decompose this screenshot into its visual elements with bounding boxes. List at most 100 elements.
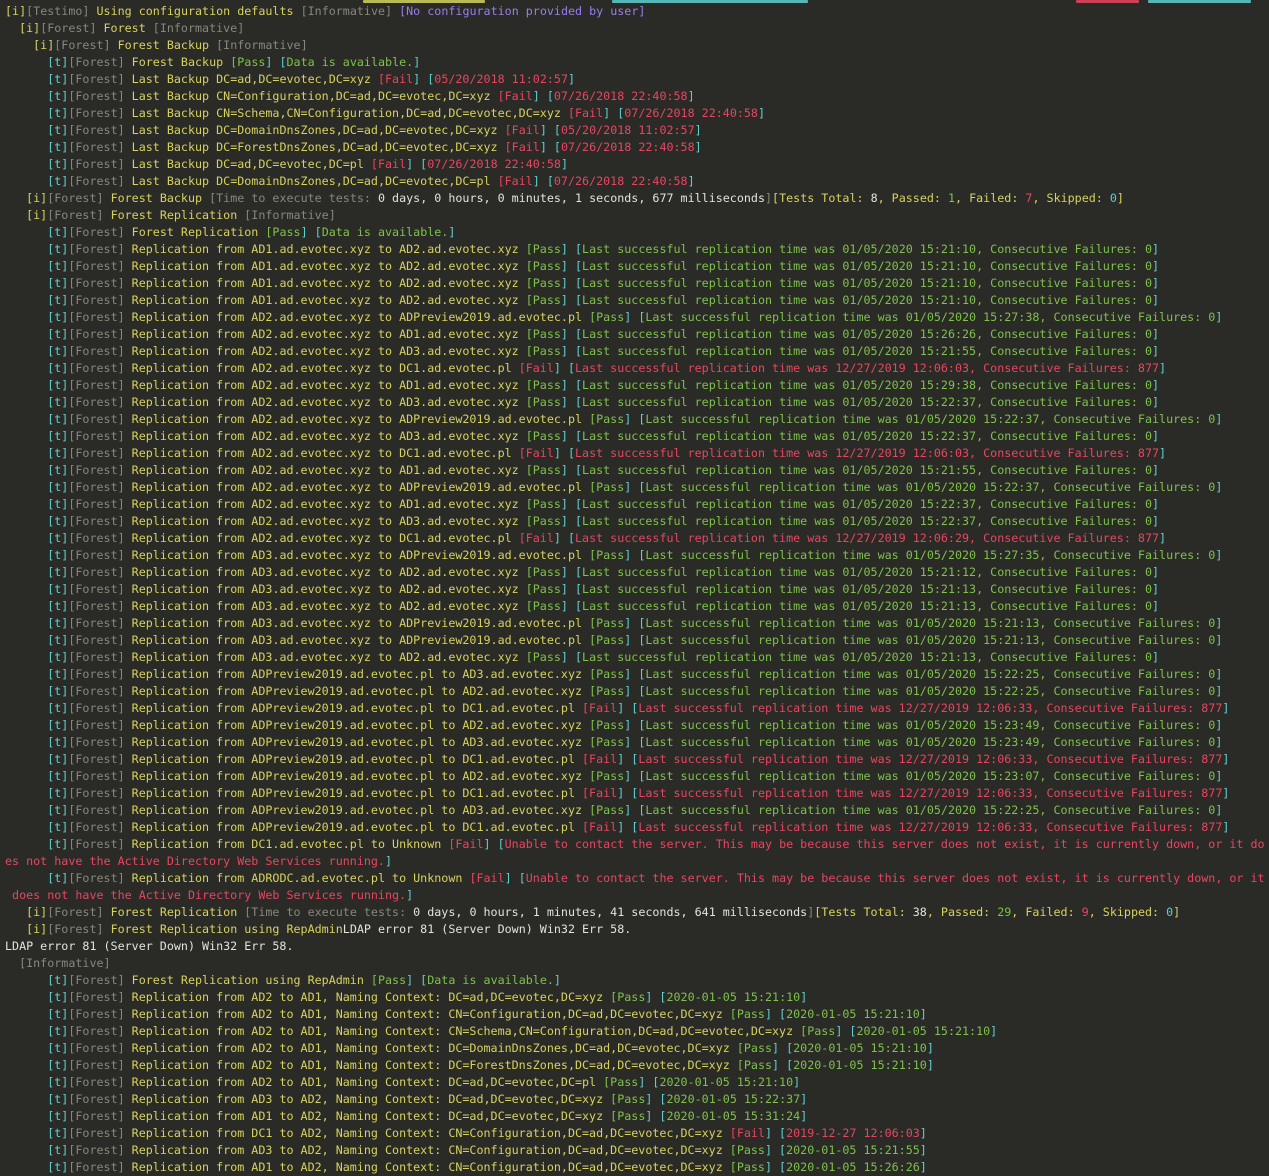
console-text-segment: ]	[990, 1024, 997, 1038]
console-text-segment: [Fail	[519, 531, 554, 545]
console-line: [t][Forest] Replication from AD3.ad.evot…	[5, 598, 1269, 615]
console-line: [i][Forest] Forest Backup [Time to execu…	[5, 190, 1269, 207]
console-text-segment: [Pass	[371, 973, 406, 987]
console-text-segment: ] [	[561, 650, 582, 664]
console-text-segment: [t]	[5, 497, 68, 511]
console-text-segment: [t]	[5, 89, 68, 103]
console-text-segment: [t]	[5, 140, 68, 154]
console-text-segment: Replication from AD2 to AD1, Naming Cont…	[125, 1041, 737, 1055]
console-text-segment: [Fail	[505, 140, 540, 154]
console-text-segment: ] [	[772, 1041, 793, 1055]
console-text-segment: ]	[1215, 684, 1222, 698]
console-text-segment: Last Backup DC=DomainDnsZones,DC=ad,DC=e…	[125, 174, 498, 188]
console-text-segment: [Pass	[589, 548, 624, 562]
console-text-segment: [Pass	[589, 480, 624, 494]
console-text-segment: Replication from AD2 to AD1, Naming Cont…	[125, 1058, 737, 1072]
console-text-segment: ] [	[561, 463, 582, 477]
console-text-segment: ] [	[301, 225, 322, 239]
console-text-segment: [Pass	[589, 616, 624, 630]
console-text-segment: ] [	[624, 548, 645, 562]
console-text-segment: Replication from AD2.ad.evotec.xyz to AD…	[125, 497, 526, 511]
console-text-segment: 0	[1110, 191, 1117, 205]
console-line: [t][Forest] Forest Replication [Pass] [D…	[5, 224, 1269, 241]
console-text-segment: [Fail	[498, 89, 533, 103]
console-line: [t][Forest] Replication from ADPreview20…	[5, 717, 1269, 734]
console-text-segment: [Forest]	[47, 922, 103, 936]
console-line: [t][Forest] Last Backup DC=DomainDnsZone…	[5, 173, 1269, 190]
console-text-segment: [Pass	[610, 990, 645, 1004]
console-text-segment: [Pass	[589, 412, 624, 426]
console-text-segment: [Pass	[526, 327, 561, 341]
console-text-segment: [Time to execute tests:	[209, 191, 378, 205]
console-line: [t][Forest] Replication from AD2 to AD1,…	[5, 1006, 1269, 1023]
console-text-segment: Last successful replication time was 12/…	[575, 446, 1159, 460]
console-text-segment: Replication from AD2.ad.evotec.xyz to AD…	[125, 480, 589, 494]
console-text-segment: ] [	[617, 786, 638, 800]
console-text-segment: Last successful replication time was 12/…	[638, 701, 1222, 715]
console-line: [t][Forest] Replication from ADPreview20…	[5, 700, 1269, 717]
console-text-segment: [Forest]	[68, 701, 124, 715]
console-text-segment: ]	[920, 1007, 927, 1021]
console-text-segment: 07/26/2018 22:40:58	[624, 106, 758, 120]
console-text-segment: ]	[1159, 531, 1166, 545]
console-text-segment: [Tests Total:	[814, 905, 913, 919]
console-text-segment: [t]	[5, 242, 68, 256]
console-line: [t][Forest] Replication from AD2.ad.evot…	[5, 462, 1269, 479]
console-text-segment: Replication from AD2.ad.evotec.xyz to AD…	[125, 514, 526, 528]
console-text-segment: , Passed:	[878, 191, 948, 205]
console-text-segment: [Pass	[730, 1143, 765, 1157]
console-text-segment: ]	[1117, 191, 1124, 205]
console-text-segment: 9	[1082, 905, 1089, 919]
console-text-segment: [Fail	[582, 786, 617, 800]
console-text-segment: Data is available.	[427, 973, 554, 987]
console-text-segment: ]	[1215, 667, 1222, 681]
console-line: [t][Forest] Last Backup DC=DomainDnsZone…	[5, 122, 1269, 139]
console-text-segment: [Forest]	[68, 1160, 124, 1174]
console-line: [t][Forest] Replication from ADPreview20…	[5, 683, 1269, 700]
console-line: [t][Forest] Replication from AD1.ad.evot…	[5, 292, 1269, 309]
console-text-segment: [Pass	[589, 310, 624, 324]
console-text-segment: ]	[800, 990, 807, 1004]
console-text-segment: ]	[927, 1041, 934, 1055]
console-text-segment: [Pass	[730, 1007, 765, 1021]
console-text-segment: [t]	[5, 684, 68, 698]
console-text-segment: ]	[1215, 735, 1222, 749]
console-text-segment: ] [	[561, 565, 582, 579]
console-line: [t][Forest] Replication from ADRODC.ad.e…	[5, 870, 1269, 887]
console-text-segment: ]	[1222, 786, 1229, 800]
console-text-segment: [Forest]	[68, 497, 124, 511]
console-text-segment: ]	[1152, 242, 1159, 256]
console-line: [t][Forest] Replication from AD2 to AD1,…	[5, 1023, 1269, 1040]
console-text-segment: Replication from AD3.ad.evotec.xyz to AD…	[125, 582, 526, 596]
console-line: [t][Forest] Replication from ADPreview20…	[5, 768, 1269, 785]
console-text-segment: Replication from DC1 to AD2, Naming Cont…	[125, 1126, 730, 1140]
console-text-segment: ]	[1152, 497, 1159, 511]
console-text-segment: ]	[793, 1075, 800, 1089]
console-text-segment: ] [	[406, 157, 427, 171]
console-text-segment: [Pass	[526, 378, 561, 392]
console-text-segment: [Pass	[800, 1024, 835, 1038]
console-line: [t][Forest] Replication from AD3.ad.evot…	[5, 649, 1269, 666]
console-text-segment: [Forest]	[68, 514, 124, 528]
console-text-segment: ] [	[561, 344, 582, 358]
console-text-segment: , Skipped:	[1032, 191, 1109, 205]
console-text-segment: [t]	[5, 990, 68, 1004]
console-line: [i][Forest] Forest Replication [Time to …	[5, 904, 1269, 921]
console-text-segment: Replication from AD1.ad.evotec.xyz to AD…	[125, 276, 526, 290]
console-text-segment: 2020-01-05 15:21:10	[856, 1024, 990, 1038]
console-text-segment: [Forest]	[68, 480, 124, 494]
console-text-segment: Last successful replication time was 01/…	[582, 293, 1152, 307]
console-text-segment: ]	[1215, 633, 1222, 647]
console-text-segment: Last successful replication time was 01/…	[582, 242, 1152, 256]
console-line: [t][Forest] Replication from AD2.ad.evot…	[5, 479, 1269, 496]
console-text-segment: 0 days, 0 hours, 1 minutes, 41 seconds, …	[413, 905, 807, 919]
console-text-segment: Replication from ADPreview2019.ad.evotec…	[125, 735, 589, 749]
console-text-segment: [Pass	[589, 803, 624, 817]
console-text-segment: [t]	[5, 344, 68, 358]
console-text-segment: [Pass	[610, 1092, 645, 1106]
console-text-segment: [t]	[5, 1143, 68, 1157]
console-text-segment: Last successful replication time was 12/…	[575, 531, 1159, 545]
console-text-segment: [t]	[5, 429, 68, 443]
console-text-segment: [t]	[5, 259, 68, 273]
console-text-segment: [Testimo]	[26, 4, 89, 18]
